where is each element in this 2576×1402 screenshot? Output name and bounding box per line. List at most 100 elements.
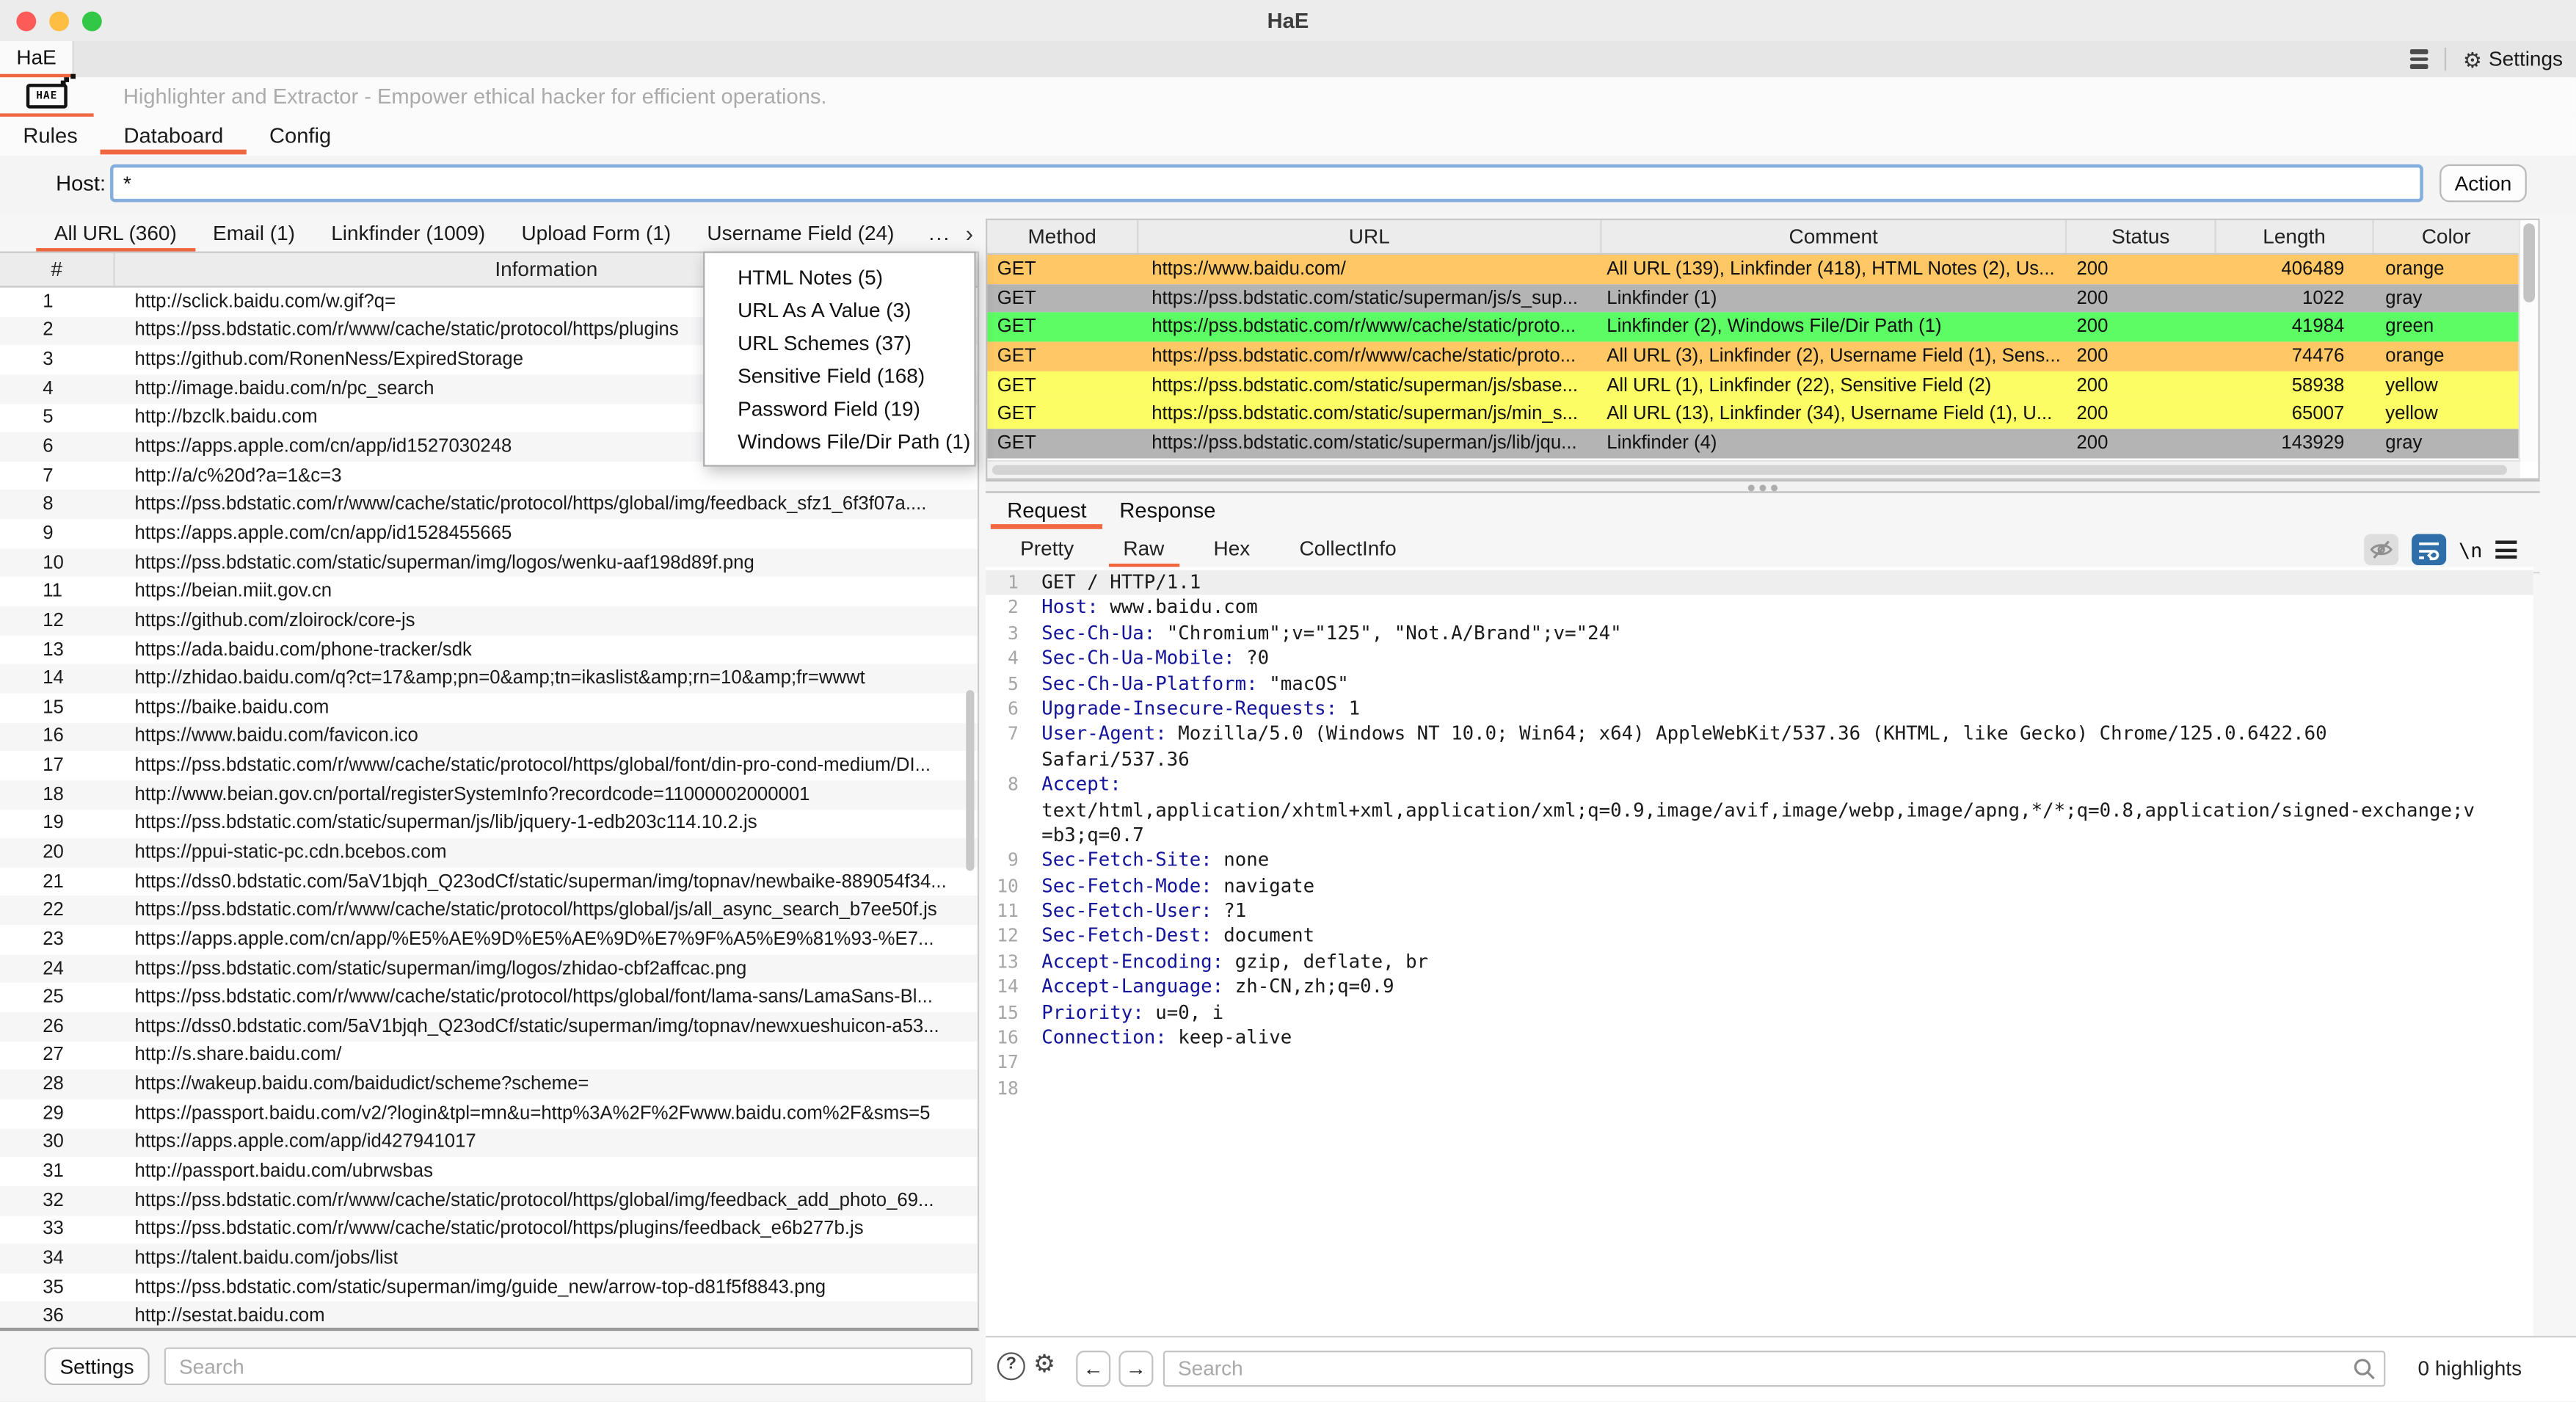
menu-item-url-schemes-37[interactable]: URL Schemes (37) bbox=[705, 327, 974, 360]
column-header-status[interactable]: Status bbox=[2067, 220, 2216, 253]
settings-button[interactable]: ⚙ Settings bbox=[2463, 48, 2563, 70]
request-line: 3Sec-Ch-Ua: "Chromium";v="125", "Not.A/B… bbox=[986, 621, 2533, 646]
table-row[interactable]: 19https://pss.bdstatic.com/static/superm… bbox=[0, 810, 978, 838]
table-row[interactable]: 33https://pss.bdstatic.com/r/www/cache/s… bbox=[0, 1215, 978, 1243]
overflow-ellipsis-icon[interactable]: ... bbox=[928, 222, 950, 244]
menu-item-windows-file-dir-path-1[interactable]: Windows File/Dir Path (1) bbox=[705, 426, 974, 459]
overflow-arrow-icon[interactable]: › bbox=[966, 220, 973, 247]
table-row[interactable]: 11https://beian.miit.gov.cn bbox=[0, 578, 978, 606]
table-row[interactable]: 18http://www.beian.gov.cn/portal/registe… bbox=[0, 780, 978, 809]
column-header-number[interactable]: # bbox=[0, 253, 115, 286]
table-row[interactable]: 17https://pss.bdstatic.com/r/www/cache/s… bbox=[0, 752, 978, 780]
table-row[interactable]: 10https://pss.bdstatic.com/static/superm… bbox=[0, 548, 978, 577]
menu-item-url-as-a-value-3[interactable]: URL As A Value (3) bbox=[705, 294, 974, 327]
table-row[interactable]: 29https://passport.baidu.com/v2/?login&t… bbox=[0, 1099, 978, 1127]
help-icon[interactable]: ? bbox=[997, 1352, 1025, 1380]
data-type-dropdown: HTML Notes (5)URL As A Value (3)URL Sche… bbox=[703, 251, 976, 466]
row-url: http://www.beian.gov.cn/portal/registerS… bbox=[115, 785, 810, 804]
tab-rules[interactable]: Rules bbox=[0, 117, 101, 156]
table-row[interactable]: 20https://ppui-static-pc.cdn.bcebos.com bbox=[0, 838, 978, 867]
request-line: 2Host: www.baidu.com bbox=[986, 595, 2533, 620]
tab-raw[interactable]: Raw bbox=[1108, 529, 1179, 569]
table-row[interactable]: 26https://dss0.bdstatic.com/5aV1bjqh_Q23… bbox=[0, 1012, 978, 1041]
tab-hae[interactable]: HaE bbox=[0, 41, 74, 77]
tab-config[interactable]: Config bbox=[247, 117, 354, 156]
request-row[interactable]: GEThttps://www.baidu.com/All URL (139), … bbox=[987, 255, 2520, 284]
hae-logo-tab[interactable]: HAE bbox=[0, 77, 94, 117]
table-row[interactable]: 22https://pss.bdstatic.com/r/www/cache/s… bbox=[0, 896, 978, 925]
table-row[interactable]: 8https://pss.bdstatic.com/r/www/cache/st… bbox=[0, 490, 978, 519]
row-number: 25 bbox=[0, 988, 115, 1008]
table-row[interactable]: 24https://pss.bdstatic.com/static/superm… bbox=[0, 954, 978, 983]
column-header-comment[interactable]: Comment bbox=[1602, 220, 2067, 253]
menu-item-sensitive-field-168[interactable]: Sensitive Field (168) bbox=[705, 360, 974, 393]
data-tab-upload-form-1[interactable]: Upload Form (1) bbox=[503, 215, 689, 251]
table-row[interactable]: 16https://www.baidu.com/favicon.ico bbox=[0, 722, 978, 751]
table-row[interactable]: 35https://pss.bdstatic.com/static/superm… bbox=[0, 1273, 978, 1301]
newline-toggle[interactable]: \n bbox=[2459, 538, 2482, 561]
request-row[interactable]: GEThttps://pss.bdstatic.com/r/www/cache/… bbox=[987, 313, 2520, 342]
request-editor[interactable]: 1GET / HTTP/1.12Host: www.baidu.com3Sec-… bbox=[986, 567, 2533, 1339]
line-number: 10 bbox=[986, 873, 1019, 898]
table-row[interactable]: 14http://zhidao.baidu.com/q?ct=17&amp;pn… bbox=[0, 664, 978, 693]
table-row[interactable]: 13https://ada.baidu.com/phone-tracker/sd… bbox=[0, 636, 978, 664]
row-url: https://apps.apple.com/cn/app/id15270302… bbox=[115, 437, 512, 457]
table-row[interactable]: 23https://apps.apple.com/cn/app/%E5%AE%9… bbox=[0, 925, 978, 954]
tab-response[interactable]: Response bbox=[1103, 493, 1232, 529]
table-row[interactable]: 25https://pss.bdstatic.com/r/www/cache/s… bbox=[0, 983, 978, 1011]
table-row[interactable]: 9https://apps.apple.com/cn/app/id1528455… bbox=[0, 520, 978, 548]
left-table-scrollbar[interactable] bbox=[966, 690, 974, 871]
request-row[interactable]: GEThttps://pss.bdstatic.com/r/www/cache/… bbox=[987, 342, 2520, 371]
cell-url: https://pss.bdstatic.com/static/superman… bbox=[1138, 434, 1601, 454]
dock-icon[interactable] bbox=[2410, 49, 2428, 68]
request-row[interactable]: GEThttps://pss.bdstatic.com/static/super… bbox=[987, 371, 2520, 400]
row-number: 14 bbox=[0, 669, 115, 689]
menu-item-html-notes-5[interactable]: HTML Notes (5) bbox=[705, 261, 974, 294]
editor-menu-icon[interactable] bbox=[2495, 540, 2517, 559]
search-prev-button[interactable]: ← bbox=[1076, 1351, 1110, 1387]
data-tab-all-url-360[interactable]: All URL (360) bbox=[36, 215, 194, 251]
table-row[interactable]: 15https://baike.baidu.com bbox=[0, 694, 978, 722]
action-button[interactable]: Action bbox=[2439, 164, 2527, 202]
request-row[interactable]: GEThttps://pss.bdstatic.com/static/super… bbox=[987, 429, 2520, 459]
data-tab-username-field-24[interactable]: Username Field (24) bbox=[689, 215, 912, 251]
column-header-length[interactable]: Length bbox=[2216, 220, 2374, 253]
request-row[interactable]: GEThttps://pss.bdstatic.com/static/super… bbox=[987, 400, 2520, 429]
table-row[interactable]: 30https://apps.apple.com/app/id427941017 bbox=[0, 1128, 978, 1157]
tab-request[interactable]: Request bbox=[991, 493, 1103, 529]
menu-item-password-field-19[interactable]: Password Field (19) bbox=[705, 393, 974, 426]
highlights-count: 0 highlights bbox=[2418, 1351, 2522, 1387]
table-row[interactable]: 27http://s.share.baidu.com/ bbox=[0, 1041, 978, 1069]
table-row[interactable]: 21https://dss0.bdstatic.com/5aV1bjqh_Q23… bbox=[0, 868, 978, 896]
hide-nonprintable-icon[interactable] bbox=[2363, 534, 2398, 566]
column-header-method[interactable]: Method bbox=[987, 220, 1138, 253]
column-header-url[interactable]: URL bbox=[1138, 220, 1601, 253]
table-row[interactable]: 28https://wakeup.baidu.com/baidudict/sch… bbox=[0, 1070, 978, 1099]
host-input[interactable] bbox=[110, 164, 2423, 202]
editor-settings-icon[interactable]: ⚙ bbox=[1033, 1349, 1055, 1382]
tab-collectinfo[interactable]: CollectInfo bbox=[1284, 529, 1411, 569]
tab-databoard[interactable]: Databoard bbox=[101, 117, 247, 156]
word-wrap-icon[interactable] bbox=[2411, 534, 2445, 566]
left-settings-button[interactable]: Settings bbox=[44, 1348, 149, 1385]
data-tab-email-1[interactable]: Email (1) bbox=[194, 215, 313, 251]
splitter-handle-icon bbox=[1748, 484, 1755, 490]
request-table-vscrollbar[interactable] bbox=[2519, 220, 2539, 462]
request-row[interactable]: GEThttps://pss.bdstatic.com/static/super… bbox=[987, 284, 2520, 313]
tab-hex[interactable]: Hex bbox=[1198, 529, 1265, 569]
table-row[interactable]: 34https://talent.baidu.com/jobs/list bbox=[0, 1244, 978, 1273]
table-row[interactable]: 31http://passport.baidu.com/ubrwsbas bbox=[0, 1157, 978, 1185]
table-row[interactable]: 12https://github.com/zloirock/core-js bbox=[0, 606, 978, 635]
editor-search-input[interactable] bbox=[1163, 1351, 2385, 1387]
tab-pretty[interactable]: Pretty bbox=[1005, 529, 1088, 569]
line-content: GET / HTTP/1.1 bbox=[1041, 570, 1201, 595]
search-next-button[interactable]: → bbox=[1118, 1351, 1153, 1387]
table-row[interactable]: 36http://sestat.baidu.com bbox=[0, 1302, 978, 1328]
data-tab-linkfinder-1009[interactable]: Linkfinder (1009) bbox=[313, 215, 503, 251]
table-row[interactable]: 32https://pss.bdstatic.com/r/www/cache/s… bbox=[0, 1186, 978, 1215]
column-header-color[interactable]: Color bbox=[2374, 220, 2520, 253]
panel-splitter[interactable] bbox=[986, 480, 2540, 493]
left-search-input[interactable] bbox=[164, 1348, 972, 1385]
request-table-hscrollbar[interactable] bbox=[987, 460, 2520, 479]
row-url: https://apps.apple.com/cn/app/id15284556… bbox=[115, 524, 512, 544]
